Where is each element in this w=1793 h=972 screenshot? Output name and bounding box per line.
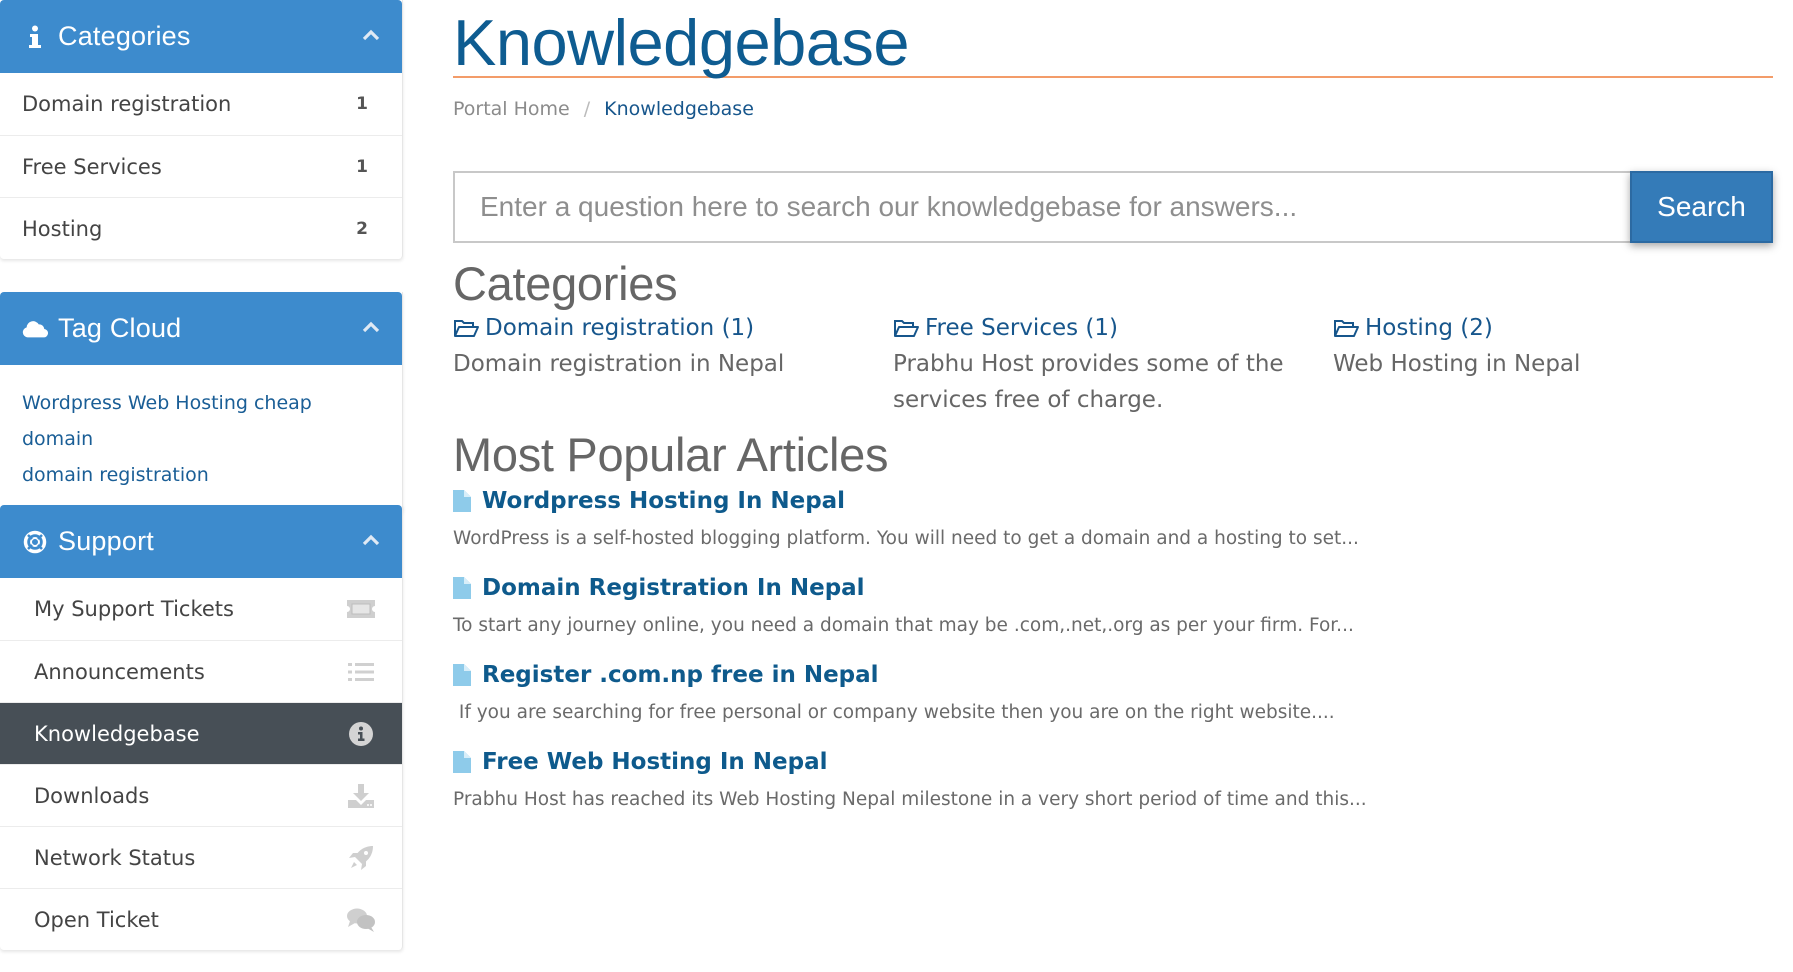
article-title: Wordpress Hosting In Nepal (482, 488, 846, 514)
sidebar-item-open-ticket[interactable]: Open Ticket (0, 888, 402, 950)
rocket-icon (346, 845, 376, 871)
article-link[interactable]: Domain Registration In Nepal (453, 569, 1773, 607)
info-circle-icon (346, 721, 376, 747)
category-description: Web Hosting in Nepal (1333, 351, 1581, 377)
knowledgebase-search-input[interactable] (453, 171, 1630, 243)
folder-open-icon (1333, 318, 1359, 338)
tag-link[interactable]: domain registration (22, 464, 209, 486)
popular-articles-list: Wordpress Hosting In Nepal WordPress is … (453, 482, 1773, 830)
main-content: Knowledgebase Portal Home / Knowledgebase … (453, 0, 1773, 810)
category-link-domain-registration[interactable]: Domain registration (1) (453, 310, 893, 346)
folder-open-icon (453, 318, 479, 338)
info-icon (22, 24, 48, 50)
document-icon (453, 577, 471, 599)
category-card: Hosting (2) Web Hosting in Nepal (1333, 310, 1773, 418)
knowledgebase-search-form: Search (453, 171, 1773, 243)
category-link-label: Hosting (2) (1365, 315, 1493, 341)
breadcrumb-portal-home[interactable]: Portal Home (453, 98, 570, 120)
categories-grid: Domain registration (1) Domain registrat… (453, 310, 1773, 418)
sidebar-category-domain-registration[interactable]: Domain registration 1 (0, 73, 402, 135)
category-link-free-services[interactable]: Free Services (1) (893, 310, 1333, 346)
category-count-badge: 2 (356, 218, 368, 239)
category-label: Free Services (22, 154, 162, 179)
category-link-label: Free Services (1) (925, 315, 1118, 341)
sidebar-item-network-status[interactable]: Network Status (0, 826, 402, 888)
category-count-badge: 1 (356, 156, 368, 177)
categories-heading: Categories (453, 257, 678, 310)
breadcrumb-current: Knowledgebase (604, 98, 754, 120)
sidebar-item-label: Network Status (34, 845, 196, 870)
article-item: Register .com.np free in Nepal If you ar… (453, 656, 1773, 743)
tag-cloud-panel-header[interactable]: Tag Cloud (0, 292, 402, 365)
article-item: Free Web Hosting In Nepal Prabhu Host ha… (453, 743, 1773, 830)
support-panel-title: Support (58, 526, 154, 556)
category-link-label: Domain registration (1) (485, 315, 755, 341)
category-count-badge: 1 (356, 94, 368, 114)
article-link[interactable]: Wordpress Hosting In Nepal (453, 482, 1773, 520)
lifebuoy-icon (22, 529, 48, 555)
tag-cloud-panel: Tag Cloud Wordpress Web Hosting cheap do… (0, 292, 403, 513)
sidebar-category-free-services[interactable]: Free Services 1 (0, 135, 402, 197)
category-label: Hosting (22, 216, 103, 241)
sidebar-item-label: Announcements (34, 659, 205, 684)
article-title: Register .com.np free in Nepal (482, 662, 879, 688)
article-excerpt: WordPress is a self-hosted blogging plat… (453, 528, 1359, 549)
document-icon (453, 490, 471, 512)
categories-panel-header[interactable]: Categories (0, 0, 402, 73)
popular-articles-heading: Most Popular Articles (453, 428, 889, 481)
tag-link[interactable]: Wordpress (22, 392, 122, 414)
article-excerpt: Prabhu Host has reached its Web Hosting … (453, 789, 1367, 810)
sidebar-item-knowledgebase[interactable]: Knowledgebase (0, 702, 402, 764)
article-item: Domain Registration In Nepal To start an… (453, 569, 1773, 656)
search-button[interactable]: Search (1630, 171, 1773, 243)
article-item: Wordpress Hosting In Nepal WordPress is … (453, 482, 1773, 569)
category-card: Domain registration (1) Domain registrat… (453, 310, 893, 418)
categories-list: Domain registration 1 Free Services 1 Ho… (0, 73, 402, 259)
chevron-up-icon[interactable] (362, 318, 380, 336)
sidebar-item-label: My Support Tickets (34, 597, 234, 621)
sidebar-item-my-support-tickets[interactable]: My Support Tickets (0, 578, 402, 640)
chevron-up-icon[interactable] (362, 531, 380, 549)
category-description: Prabhu Host provides some of the service… (893, 351, 1284, 413)
sidebar-category-hosting[interactable]: Hosting 2 (0, 197, 402, 259)
article-title: Free Web Hosting In Nepal (482, 749, 828, 775)
category-label: Domain registration (22, 92, 232, 116)
support-list: My Support Tickets Announcements Knowled… (0, 578, 402, 950)
article-link[interactable]: Free Web Hosting In Nepal (453, 743, 1773, 781)
page-title: Knowledgebase (453, 6, 910, 79)
cloud-icon (22, 316, 48, 342)
sidebar-item-label: Knowledgebase (34, 721, 200, 746)
article-excerpt: To start any journey online, you need a … (453, 615, 1354, 636)
folder-open-icon (893, 318, 919, 338)
support-panel-header[interactable]: Support (0, 505, 402, 578)
sidebar-item-label: Open Ticket (34, 907, 159, 932)
download-icon (346, 783, 376, 809)
breadcrumb-separator: / (583, 98, 591, 120)
categories-panel: Categories Domain registration 1 Free Se… (0, 0, 403, 259)
ticket-icon (346, 596, 376, 622)
article-link[interactable]: Register .com.np free in Nepal (453, 656, 1773, 694)
tag-cloud: Wordpress Web Hosting cheap domain domai… (0, 365, 402, 513)
category-card: Free Services (1) Prabhu Host provides s… (893, 310, 1333, 418)
category-link-hosting[interactable]: Hosting (2) (1333, 310, 1773, 346)
article-title: Domain Registration In Nepal (482, 575, 865, 601)
category-description: Domain registration in Nepal (453, 351, 785, 377)
list-icon (346, 659, 376, 685)
tag-link[interactable]: Web Hosting (128, 392, 248, 414)
article-excerpt: If you are searching for free personal o… (453, 702, 1335, 723)
support-panel: Support My Support Tickets Announcements… (0, 505, 403, 950)
comments-icon (346, 907, 376, 933)
sidebar-item-downloads[interactable]: Downloads (0, 764, 402, 826)
breadcrumb: Portal Home / Knowledgebase (453, 98, 1773, 122)
document-icon (453, 664, 471, 686)
chevron-up-icon[interactable] (362, 26, 380, 44)
document-icon (453, 751, 471, 773)
tag-cloud-panel-title: Tag Cloud (58, 313, 182, 343)
sidebar-item-announcements[interactable]: Announcements (0, 640, 402, 702)
categories-panel-title: Categories (58, 21, 191, 51)
sidebar-item-label: Downloads (34, 783, 150, 808)
